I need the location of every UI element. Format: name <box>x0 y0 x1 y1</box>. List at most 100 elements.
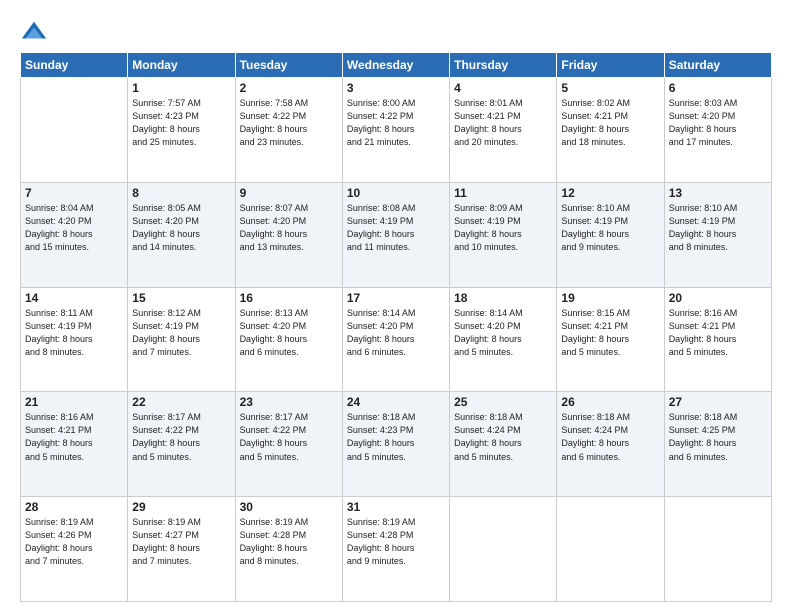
week-row-4: 21 Sunrise: 8:16 AMSunset: 4:21 PMDayligh… <box>21 392 772 497</box>
weekday-header-row: SundayMondayTuesdayWednesdayThursdayFrid… <box>21 53 772 78</box>
page-header <box>20 18 772 46</box>
weekday-friday: Friday <box>557 53 664 78</box>
day-number: 20 <box>669 291 767 305</box>
day-cell: 1Sunrise: 7:57 AMSunset: 4:23 PMDaylight… <box>128 78 235 183</box>
logo <box>20 18 52 46</box>
day-cell: 9 Sunrise: 8:07 AMSunset: 4:20 PMDaylight… <box>235 182 342 287</box>
day-info: Sunrise: 8:16 AMSunset: 4:21 PMDaylight:… <box>669 307 767 359</box>
day-number: 19 <box>561 291 659 305</box>
day-cell: 30 Sunrise: 8:19 AMSunset: 4:28 PMDayligh… <box>235 497 342 602</box>
day-info: Sunrise: 8:16 AMSunset: 4:21 PMDaylight:… <box>25 411 123 463</box>
day-number: 9 <box>240 186 338 200</box>
day-cell: 12 Sunrise: 8:10 AMSunset: 4:19 PMDayligh… <box>557 182 664 287</box>
day-cell: 13 Sunrise: 8:10 AMSunset: 4:19 PMDayligh… <box>664 182 771 287</box>
day-info: Sunrise: 8:12 AMSunset: 4:19 PMDaylight:… <box>132 307 230 359</box>
week-row-1: 1Sunrise: 7:57 AMSunset: 4:23 PMDaylight… <box>21 78 772 183</box>
day-info: Sunrise: 8:19 AMSunset: 4:28 PMDaylight:… <box>240 516 338 568</box>
day-number: 3 <box>347 81 445 95</box>
day-number: 18 <box>454 291 552 305</box>
day-info: Sunrise: 8:01 AMSunset: 4:21 PMDaylight:… <box>454 97 552 149</box>
day-number: 7 <box>25 186 123 200</box>
day-cell: 20 Sunrise: 8:16 AMSunset: 4:21 PMDayligh… <box>664 287 771 392</box>
day-cell: 5 Sunrise: 8:02 AMSunset: 4:21 PMDaylight… <box>557 78 664 183</box>
day-info: Sunrise: 7:57 AMSunset: 4:23 PMDaylight:… <box>132 97 230 149</box>
day-info: Sunrise: 8:19 AMSunset: 4:26 PMDaylight:… <box>25 516 123 568</box>
day-number: 29 <box>132 500 230 514</box>
day-info: Sunrise: 8:18 AMSunset: 4:23 PMDaylight:… <box>347 411 445 463</box>
day-cell <box>21 78 128 183</box>
day-info: Sunrise: 8:02 AMSunset: 4:21 PMDaylight:… <box>561 97 659 149</box>
day-number: 17 <box>347 291 445 305</box>
week-row-2: 7 Sunrise: 8:04 AMSunset: 4:20 PMDaylight… <box>21 182 772 287</box>
weekday-tuesday: Tuesday <box>235 53 342 78</box>
day-info: Sunrise: 8:19 AMSunset: 4:28 PMDaylight:… <box>347 516 445 568</box>
day-info: Sunrise: 8:05 AMSunset: 4:20 PMDaylight:… <box>132 202 230 254</box>
day-info: Sunrise: 8:10 AMSunset: 4:19 PMDaylight:… <box>669 202 767 254</box>
day-cell: 3 Sunrise: 8:00 AMSunset: 4:22 PMDaylight… <box>342 78 449 183</box>
day-cell <box>664 497 771 602</box>
weekday-thursday: Thursday <box>450 53 557 78</box>
day-cell: 17 Sunrise: 8:14 AMSunset: 4:20 PMDayligh… <box>342 287 449 392</box>
day-cell: 31 Sunrise: 8:19 AMSunset: 4:28 PMDayligh… <box>342 497 449 602</box>
day-number: 28 <box>25 500 123 514</box>
calendar-table: SundayMondayTuesdayWednesdayThursdayFrid… <box>20 52 772 602</box>
day-number: 5 <box>561 81 659 95</box>
day-number: 15 <box>132 291 230 305</box>
day-info: Sunrise: 8:00 AMSunset: 4:22 PMDaylight:… <box>347 97 445 149</box>
day-info: Sunrise: 8:11 AMSunset: 4:19 PMDaylight:… <box>25 307 123 359</box>
day-number: 12 <box>561 186 659 200</box>
day-cell: 23 Sunrise: 8:17 AMSunset: 4:22 PMDayligh… <box>235 392 342 497</box>
day-cell: 16Sunrise: 8:13 AMSunset: 4:20 PMDayligh… <box>235 287 342 392</box>
day-cell: 18 Sunrise: 8:14 AMSunset: 4:20 PMDayligh… <box>450 287 557 392</box>
day-info: Sunrise: 8:04 AMSunset: 4:20 PMDaylight:… <box>25 202 123 254</box>
day-number: 22 <box>132 395 230 409</box>
day-cell: 2Sunrise: 7:58 AMSunset: 4:22 PMDaylight… <box>235 78 342 183</box>
weekday-sunday: Sunday <box>21 53 128 78</box>
day-number: 8 <box>132 186 230 200</box>
day-info: Sunrise: 8:19 AMSunset: 4:27 PMDaylight:… <box>132 516 230 568</box>
day-number: 26 <box>561 395 659 409</box>
day-info: Sunrise: 8:14 AMSunset: 4:20 PMDaylight:… <box>347 307 445 359</box>
day-cell: 10 Sunrise: 8:08 AMSunset: 4:19 PMDayligh… <box>342 182 449 287</box>
logo-icon <box>20 18 48 46</box>
day-cell: 8 Sunrise: 8:05 AMSunset: 4:20 PMDaylight… <box>128 182 235 287</box>
day-number: 31 <box>347 500 445 514</box>
day-cell: 19 Sunrise: 8:15 AMSunset: 4:21 PMDayligh… <box>557 287 664 392</box>
day-info: Sunrise: 8:17 AMSunset: 4:22 PMDaylight:… <box>132 411 230 463</box>
day-cell: 28 Sunrise: 8:19 AMSunset: 4:26 PMDayligh… <box>21 497 128 602</box>
day-number: 24 <box>347 395 445 409</box>
day-info: Sunrise: 8:07 AMSunset: 4:20 PMDaylight:… <box>240 202 338 254</box>
day-number: 21 <box>25 395 123 409</box>
day-number: 4 <box>454 81 552 95</box>
day-cell: 6 Sunrise: 8:03 AMSunset: 4:20 PMDaylight… <box>664 78 771 183</box>
day-number: 14 <box>25 291 123 305</box>
day-cell <box>557 497 664 602</box>
day-cell: 21 Sunrise: 8:16 AMSunset: 4:21 PMDayligh… <box>21 392 128 497</box>
day-number: 25 <box>454 395 552 409</box>
day-info: Sunrise: 8:08 AMSunset: 4:19 PMDaylight:… <box>347 202 445 254</box>
day-number: 13 <box>669 186 767 200</box>
week-row-5: 28 Sunrise: 8:19 AMSunset: 4:26 PMDayligh… <box>21 497 772 602</box>
day-number: 10 <box>347 186 445 200</box>
weekday-wednesday: Wednesday <box>342 53 449 78</box>
day-number: 30 <box>240 500 338 514</box>
week-row-3: 14 Sunrise: 8:11 AMSunset: 4:19 PMDayligh… <box>21 287 772 392</box>
day-info: Sunrise: 8:15 AMSunset: 4:21 PMDaylight:… <box>561 307 659 359</box>
weekday-monday: Monday <box>128 53 235 78</box>
day-cell <box>450 497 557 602</box>
day-info: Sunrise: 8:09 AMSunset: 4:19 PMDaylight:… <box>454 202 552 254</box>
day-number: 6 <box>669 81 767 95</box>
day-info: Sunrise: 8:10 AMSunset: 4:19 PMDaylight:… <box>561 202 659 254</box>
day-cell: 7 Sunrise: 8:04 AMSunset: 4:20 PMDaylight… <box>21 182 128 287</box>
day-cell: 11Sunrise: 8:09 AMSunset: 4:19 PMDayligh… <box>450 182 557 287</box>
day-number: 23 <box>240 395 338 409</box>
day-info: Sunrise: 8:14 AMSunset: 4:20 PMDaylight:… <box>454 307 552 359</box>
day-cell: 14 Sunrise: 8:11 AMSunset: 4:19 PMDayligh… <box>21 287 128 392</box>
day-cell: 24 Sunrise: 8:18 AMSunset: 4:23 PMDayligh… <box>342 392 449 497</box>
day-info: Sunrise: 8:03 AMSunset: 4:20 PMDaylight:… <box>669 97 767 149</box>
day-cell: 25Sunrise: 8:18 AMSunset: 4:24 PMDayligh… <box>450 392 557 497</box>
day-cell: 15 Sunrise: 8:12 AMSunset: 4:19 PMDayligh… <box>128 287 235 392</box>
day-info: Sunrise: 8:17 AMSunset: 4:22 PMDaylight:… <box>240 411 338 463</box>
day-cell: 4 Sunrise: 8:01 AMSunset: 4:21 PMDaylight… <box>450 78 557 183</box>
day-info: Sunrise: 8:18 AMSunset: 4:24 PMDaylight:… <box>561 411 659 463</box>
